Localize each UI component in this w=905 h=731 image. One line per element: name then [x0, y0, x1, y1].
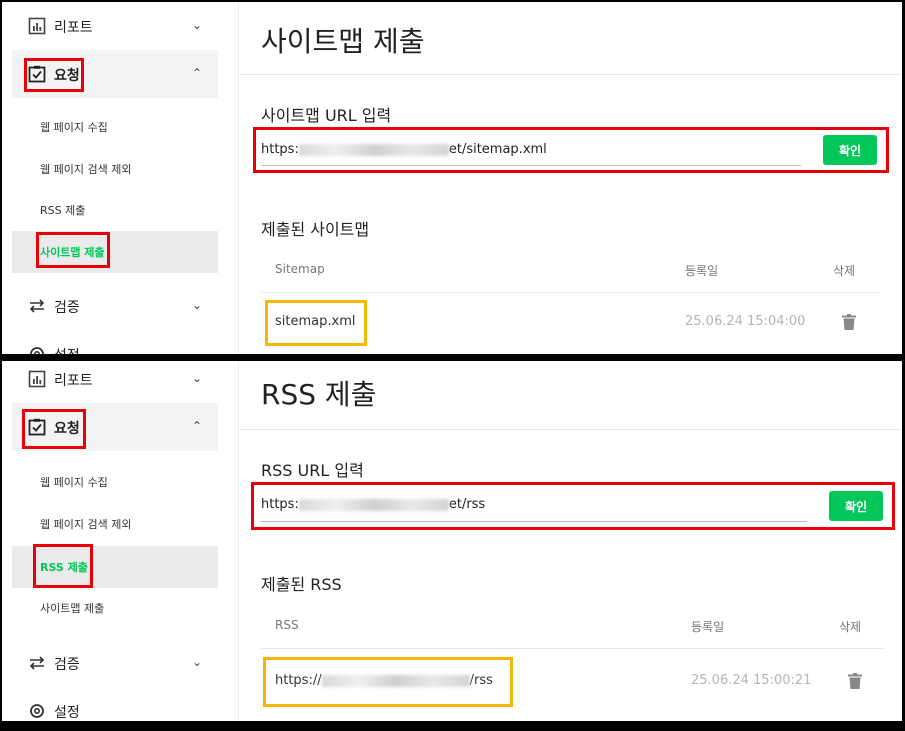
subitem-label: 웹 페이지 수집	[40, 476, 108, 489]
subitem-label: 웹 페이지 수집	[40, 121, 108, 134]
sitemap-entry-date: 25.06.24 15:04:00	[685, 314, 806, 329]
sidebar: 리포트 ⌄ 요청 ⌃ 웹 페이지 수집 웹 페이지 검색 제외 RSS 제출 사…	[12, 2, 218, 354]
subitem-label: 사이트맵 제출	[40, 602, 105, 615]
page-title: 사이트맵 제출	[261, 25, 425, 58]
highlight-rss-entry	[263, 657, 513, 707]
sidebar-item-verify[interactable]: 검증 ⌄	[12, 288, 218, 324]
sidebar-subitem-rss[interactable]: RSS 제출	[12, 189, 218, 231]
report-chart-icon	[28, 370, 46, 388]
sidebar-item-label: 검증	[54, 300, 80, 316]
title-divider	[239, 74, 902, 75]
highlight-sitemap-menu	[36, 232, 110, 268]
list-section-label: 제출된 RSS	[261, 575, 342, 594]
trash-icon[interactable]	[848, 673, 862, 689]
title-divider	[239, 429, 902, 430]
settings-gear-icon	[30, 704, 44, 718]
input-section-label: RSS URL 입력	[261, 461, 364, 480]
sidebar-item-label: 리포트	[54, 373, 93, 389]
column-header-delete: 삭제	[839, 620, 862, 634]
column-header-date: 등록일	[685, 264, 719, 278]
column-header-delete: 삭제	[833, 264, 856, 278]
chevron-down-icon[interactable]: ⌄	[192, 18, 202, 32]
sidebar-item-label: 설정	[54, 705, 80, 721]
sidebar-item-settings[interactable]: 설정	[12, 338, 218, 354]
column-header-sitemap: Sitemap	[275, 262, 325, 276]
highlight-url-input	[251, 482, 895, 530]
subitem-label: 웹 페이지 검색 제외	[40, 163, 132, 176]
rss-panel: 리포트 ⌄ 요청 ⌃ 웹 페이지 수집 웹 페이지 검색 제외 RSS 제출 사…	[2, 361, 902, 721]
sidebar-subitem-crawl[interactable]: 웹 페이지 수집	[12, 106, 218, 148]
trash-icon[interactable]	[842, 314, 856, 330]
sidebar-item-label: 검증	[54, 657, 80, 673]
column-header-rss: RSS	[275, 618, 299, 632]
verify-swap-icon	[29, 656, 45, 670]
chevron-down-icon[interactable]: ⌄	[192, 655, 202, 669]
chevron-up-icon[interactable]: ⌃	[192, 419, 202, 433]
highlight-rss-menu	[33, 544, 93, 588]
main-content: RSS 제출 RSS URL 입력 https: et/rss 확인 제출된 RS…	[238, 361, 902, 721]
sidebar: 리포트 ⌄ 요청 ⌃ 웹 페이지 수집 웹 페이지 검색 제외 RSS 제출 사…	[12, 361, 218, 721]
list-section-label: 제출된 사이트맵	[261, 220, 370, 239]
settings-gear-icon	[30, 347, 44, 354]
highlight-request	[22, 409, 86, 449]
page-title: RSS 제출	[261, 378, 377, 411]
sitemap-panel: 리포트 ⌄ 요청 ⌃ 웹 페이지 수집 웹 페이지 검색 제외 RSS 제출 사…	[2, 2, 902, 354]
table-header-divider	[261, 648, 885, 649]
sidebar-item-report[interactable]: 리포트 ⌄	[12, 8, 218, 44]
column-header-date: 등록일	[691, 620, 725, 634]
sidebar-item-label: 설정	[54, 345, 80, 354]
subitem-label: RSS 제출	[40, 204, 86, 217]
rss-entry-date: 25.06.24 15:00:21	[691, 673, 812, 688]
sidebar-item-label: 리포트	[54, 20, 93, 36]
main-content: 사이트맵 제출 사이트맵 URL 입력 https: et/sitemap.xml…	[238, 2, 902, 354]
highlight-sitemap-entry	[265, 300, 367, 346]
input-section-label: 사이트맵 URL 입력	[261, 106, 392, 125]
chevron-down-icon[interactable]: ⌄	[192, 298, 202, 312]
sidebar-item-settings[interactable]: 설정	[12, 697, 218, 721]
sidebar-subitem-sitemap[interactable]: 사이트맵 제출	[12, 587, 218, 629]
sidebar-subitem-exclude[interactable]: 웹 페이지 검색 제외	[12, 503, 218, 545]
subitem-label: 웹 페이지 검색 제외	[40, 518, 132, 531]
highlight-url-input	[253, 127, 889, 173]
highlight-request	[24, 58, 84, 92]
report-chart-icon	[28, 17, 46, 35]
chevron-down-icon[interactable]: ⌄	[192, 371, 202, 385]
verify-swap-icon	[29, 299, 45, 313]
sidebar-item-verify[interactable]: 검증 ⌄	[12, 645, 218, 681]
table-header-divider	[261, 292, 879, 293]
chevron-up-icon[interactable]: ⌃	[192, 66, 202, 80]
sidebar-subitem-crawl[interactable]: 웹 페이지 수집	[12, 461, 218, 503]
sidebar-item-report[interactable]: 리포트 ⌄	[12, 361, 218, 397]
sidebar-subitem-exclude[interactable]: 웹 페이지 검색 제외	[12, 148, 218, 190]
